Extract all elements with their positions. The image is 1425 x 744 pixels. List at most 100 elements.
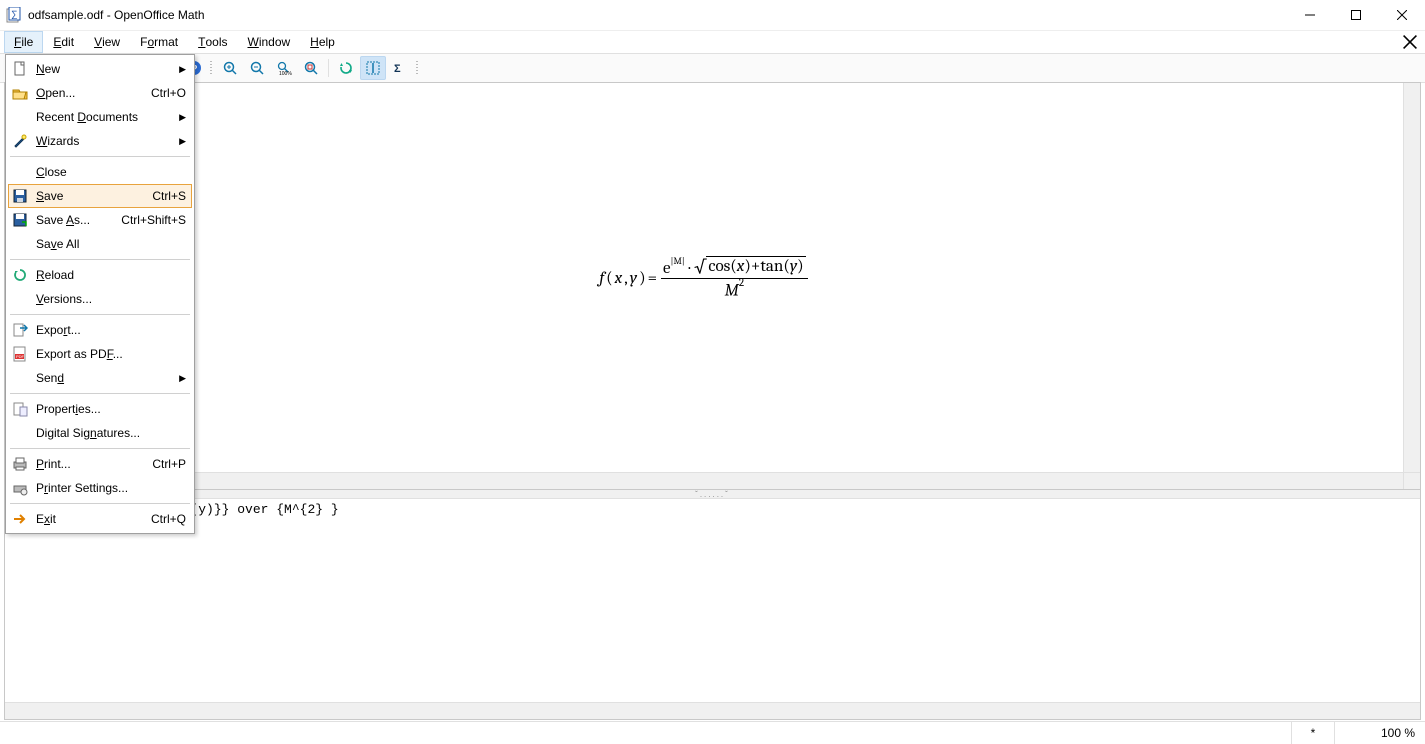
- menu-accelerator: Ctrl+O: [151, 86, 186, 100]
- formula-code-editor[interactable]: cdot sqrt{cos(x) + tan(y)}} over {M^{2} …: [5, 499, 1420, 719]
- zoom-fit-button[interactable]: [298, 56, 324, 80]
- menu-item-label: Export as PDF...: [36, 347, 186, 361]
- menu-help[interactable]: Help: [300, 31, 345, 53]
- export-icon: [10, 320, 30, 340]
- formula-rendering: f ( x , y ) = e|M| · √ cos(x)+tan(y): [5, 83, 1404, 473]
- toolbar: ?100%Σ: [0, 54, 1425, 83]
- toolbar-handle[interactable]: [414, 58, 420, 78]
- menu-format[interactable]: Format: [130, 31, 188, 53]
- status-bar: * 100 %: [0, 721, 1425, 744]
- menu-item-properties[interactable]: Properties...: [8, 397, 192, 421]
- open-icon: [10, 83, 30, 103]
- minimize-button[interactable]: [1287, 0, 1333, 30]
- properties-icon: [10, 399, 30, 419]
- formula-sqrt: √ cos(x)+tan(y): [694, 256, 806, 278]
- menu-item-print[interactable]: Print...Ctrl+P: [8, 452, 192, 476]
- elements-button[interactable]: Σ: [387, 56, 413, 80]
- menu-item-label: Properties...: [36, 402, 186, 416]
- refresh-button[interactable]: [333, 56, 359, 80]
- horizontal-scrollbar[interactable]: [5, 472, 1404, 489]
- menu-item-export-as-pdf[interactable]: PDF Export as PDF...: [8, 342, 192, 366]
- menu-item-label: Save All: [36, 237, 186, 251]
- menu-item-new[interactable]: New▶: [8, 57, 192, 81]
- menu-item-label: Save As...: [36, 213, 121, 227]
- pdf-icon: PDF: [10, 344, 30, 364]
- blank-icon: [10, 368, 30, 388]
- maximize-button[interactable]: [1333, 0, 1379, 30]
- formula-text: +: [751, 257, 760, 276]
- zoom-out-button[interactable]: [244, 56, 270, 80]
- menu-item-save-all[interactable]: Save All: [8, 232, 192, 256]
- menu-item-send[interactable]: Send▶: [8, 366, 192, 390]
- menu-item-wizards[interactable]: Wizards▶: [8, 129, 192, 153]
- reload-icon: [10, 265, 30, 285]
- file-menu-dropdown: New▶Open...Ctrl+ORecent Documents▶Wizard…: [5, 54, 195, 534]
- formula-cursor-button[interactable]: [360, 56, 386, 80]
- svg-text:100%: 100%: [279, 71, 292, 76]
- formula-radicand: cos(x)+tan(y): [706, 256, 805, 276]
- window-title: odfsample.odf - OpenOffice Math: [28, 8, 205, 22]
- menu-edit[interactable]: Edit: [43, 31, 84, 53]
- scroll-corner: [1403, 472, 1420, 489]
- zoom-in-button[interactable]: [217, 56, 243, 80]
- menu-window[interactable]: Window: [237, 31, 300, 53]
- menu-item-digital-signatures[interactable]: Digital Signatures...: [8, 421, 192, 445]
- toolbar-handle[interactable]: [208, 58, 214, 78]
- document-close-icon[interactable]: [1399, 31, 1421, 53]
- blank-icon: [10, 289, 30, 309]
- menu-item-label: Digital Signatures...: [36, 426, 186, 440]
- formula-text: ,: [624, 269, 628, 288]
- zoom-100-button[interactable]: 100%: [271, 56, 297, 80]
- menu-item-recent-documents[interactable]: Recent Documents▶: [8, 105, 192, 129]
- formula-text: =: [648, 269, 657, 288]
- radical-sign: √: [694, 256, 706, 278]
- formula-numerator: e|M| · √ cos(x)+tan(y): [661, 256, 808, 278]
- menu-item-label: Versions...: [36, 292, 186, 306]
- submenu-arrow-icon: ▶: [179, 136, 186, 147]
- menu-item-reload[interactable]: Reload: [8, 263, 192, 287]
- zoom-100-icon: 100%: [276, 60, 292, 76]
- formula-denominator: M2: [723, 279, 746, 301]
- svg-text:Σ: Σ: [394, 63, 401, 75]
- editor-horizontal-scrollbar[interactable]: [5, 702, 1420, 719]
- formula-text: f: [599, 269, 604, 288]
- menu-item-exit[interactable]: ExitCtrl+Q: [8, 507, 192, 531]
- menu-item-save-as[interactable]: Save As...Ctrl+Shift+S: [8, 208, 192, 232]
- menu-item-save[interactable]: SaveCtrl+S: [8, 184, 192, 208]
- formula-view: f ( x , y ) = e|M| · √ cos(x)+tan(y): [5, 83, 1420, 490]
- menu-item-export[interactable]: Export...: [8, 318, 192, 342]
- blank-icon: [10, 234, 30, 254]
- menu-separator: [10, 314, 190, 315]
- formula-text: x: [615, 269, 623, 288]
- menu-item-label: Reload: [36, 268, 186, 282]
- blank-icon: [10, 107, 30, 127]
- formula-text: tan: [760, 257, 783, 276]
- menu-view[interactable]: View: [84, 31, 130, 53]
- menu-item-label: Exit: [36, 512, 151, 526]
- vertical-scrollbar[interactable]: [1403, 83, 1420, 473]
- menu-item-versions[interactable]: Versions...: [8, 287, 192, 311]
- code-text[interactable]: cdot sqrt{cos(x) + tan(y)}} over {M^{2} …: [5, 499, 1420, 703]
- formula-text: e: [663, 259, 671, 278]
- menu-item-label: Export...: [36, 323, 186, 337]
- menu-item-open[interactable]: Open...Ctrl+O: [8, 81, 192, 105]
- menu-accelerator: Ctrl+Shift+S: [121, 213, 186, 227]
- menu-item-label: Recent Documents: [36, 110, 179, 124]
- menu-file[interactable]: File: [4, 31, 43, 53]
- status-modified: *: [1291, 722, 1334, 744]
- status-zoom[interactable]: 100 %: [1334, 722, 1425, 744]
- menu-item-close[interactable]: Close: [8, 160, 192, 184]
- printer-settings-icon: [10, 478, 30, 498]
- menu-separator: [10, 393, 190, 394]
- zoom-in-icon: [222, 60, 238, 76]
- submenu-arrow-icon: ▶: [179, 112, 186, 123]
- menu-item-printer-settings[interactable]: Printer Settings...: [8, 476, 192, 500]
- menu-tools[interactable]: Tools: [188, 31, 237, 53]
- exit-icon: [10, 509, 30, 529]
- menu-item-label: New: [36, 62, 179, 76]
- splitter-handle[interactable]: ˇ......ˇ: [5, 490, 1420, 499]
- menu-accelerator: Ctrl+P: [152, 457, 186, 471]
- zoom-fit-icon: [303, 60, 319, 76]
- elements-icon: Σ: [392, 60, 408, 76]
- close-button[interactable]: [1379, 0, 1425, 30]
